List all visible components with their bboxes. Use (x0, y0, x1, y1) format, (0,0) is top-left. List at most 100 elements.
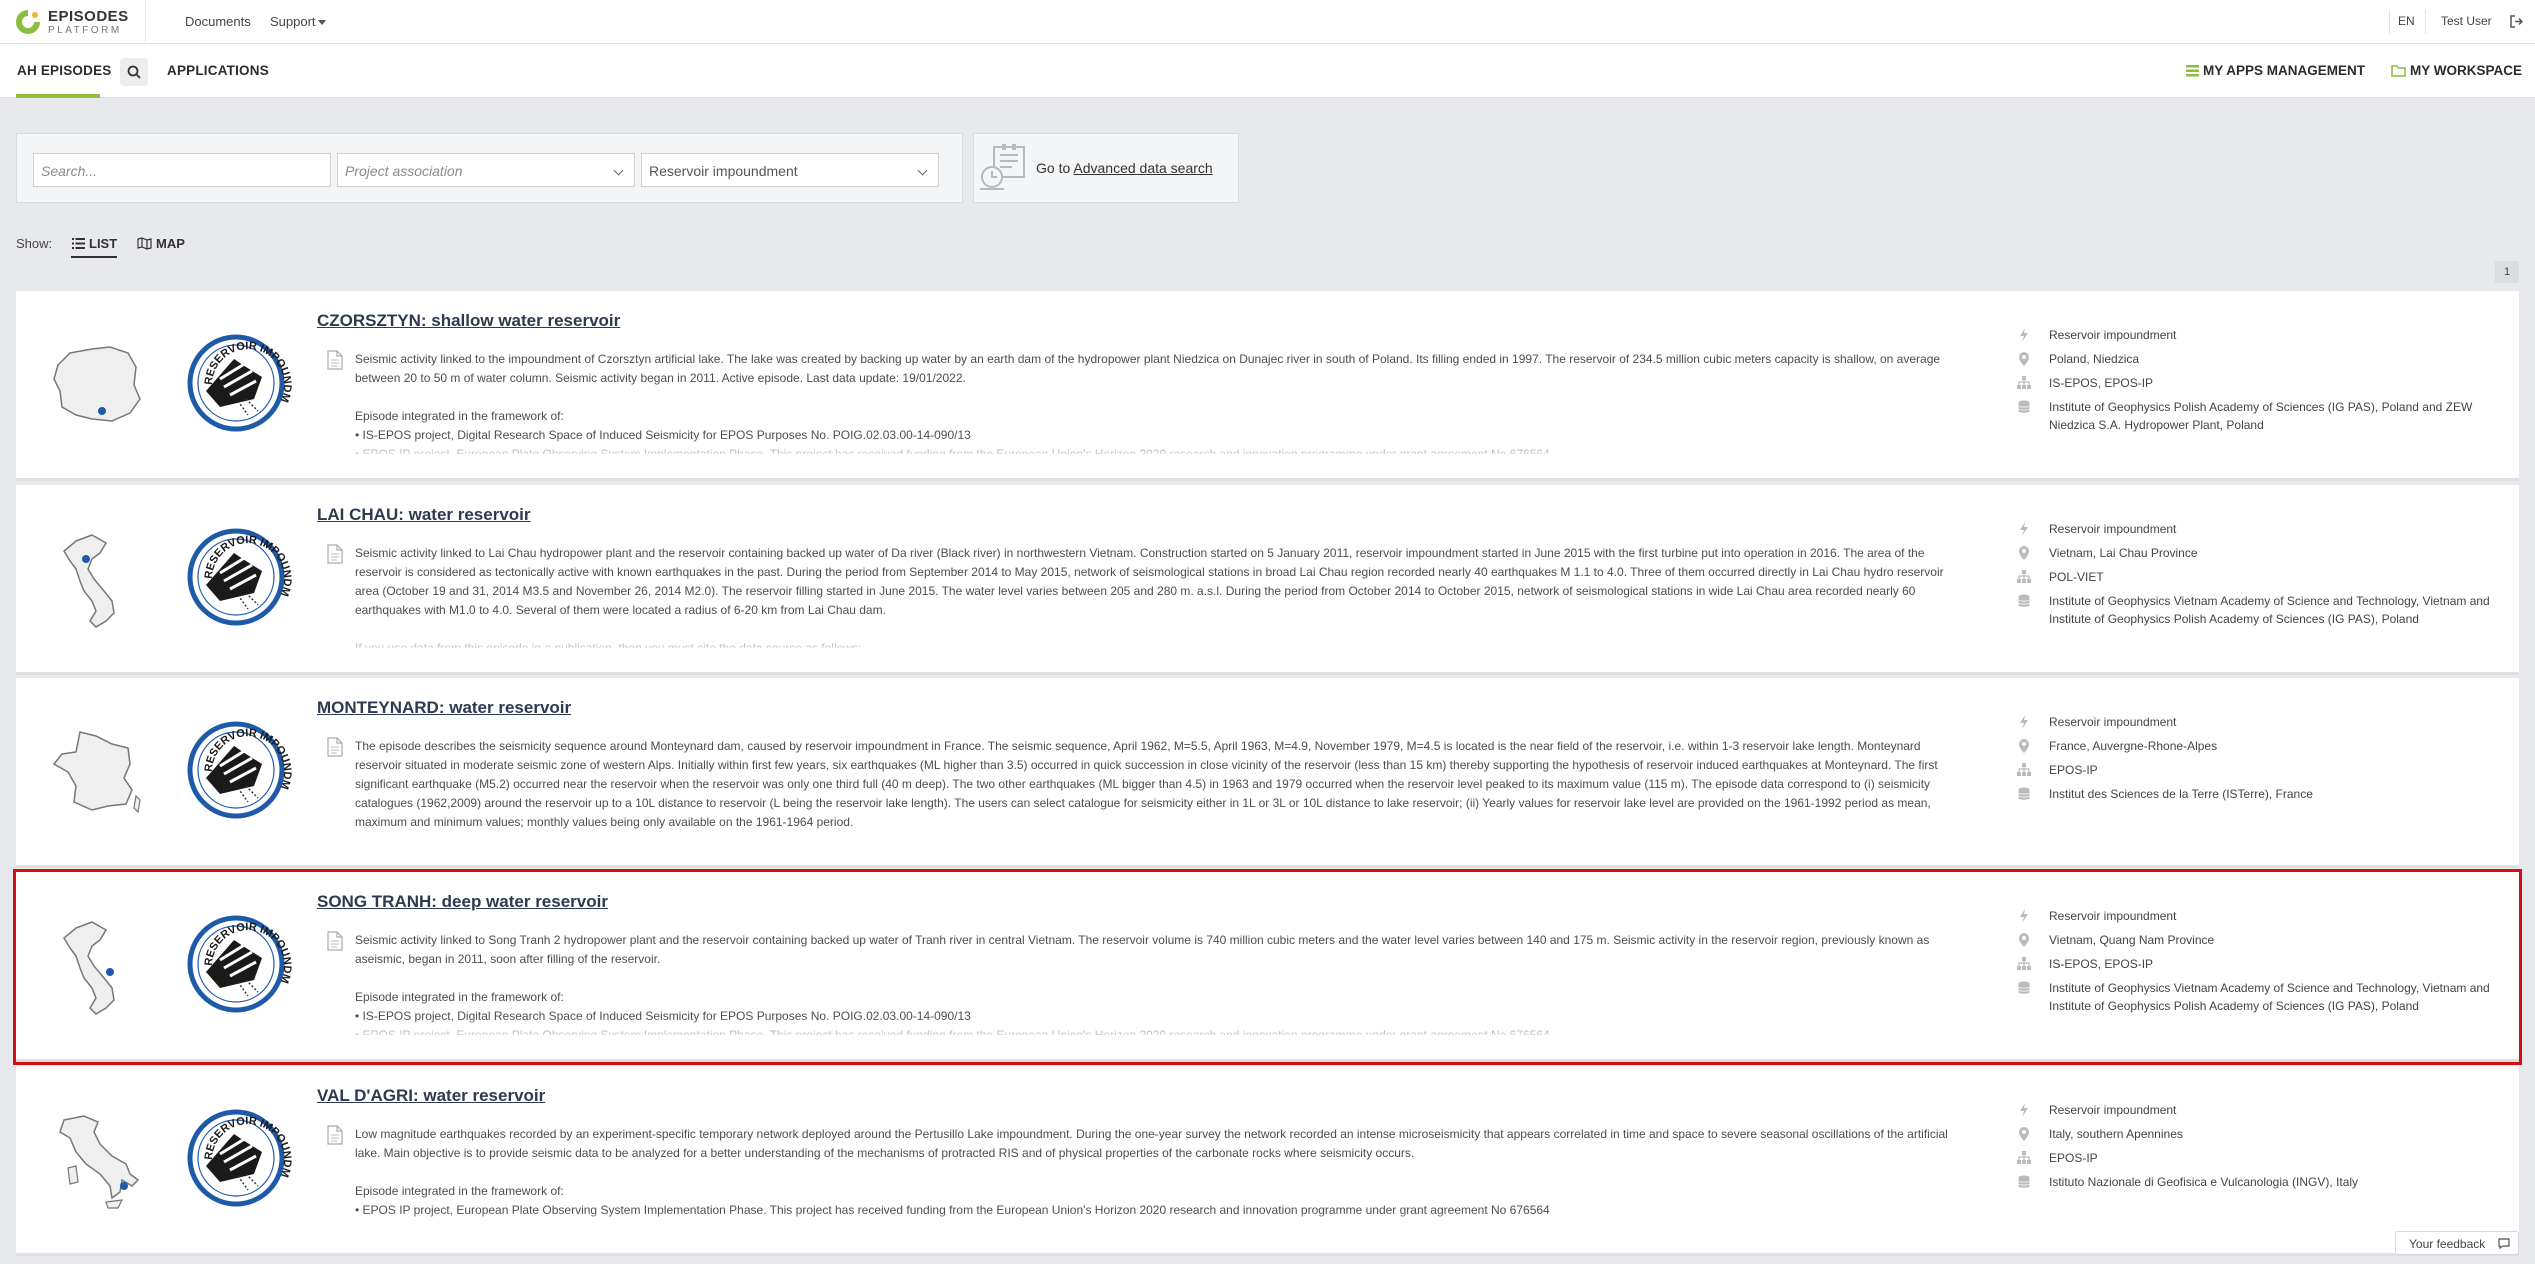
sitemap-icon (2017, 763, 2031, 776)
meta-location-value: France, Auvergne-Rhone-Alpes (2049, 739, 2218, 753)
feedback-label: Your feedback (2409, 1237, 2486, 1251)
user-menu[interactable]: Test User (2441, 14, 2492, 28)
meta-type-value: Reservoir impoundment (2049, 1103, 2177, 1117)
document-icon (327, 350, 343, 370)
bolt-icon (2020, 1103, 2028, 1117)
advanced-search-box[interactable]: Go to Advanced data search (973, 133, 1239, 203)
meta-location-value: Poland, Niedzica (2049, 352, 2140, 366)
show-label: Show: (16, 236, 53, 251)
tab-applications[interactable]: APPLICATIONS (167, 63, 269, 78)
meta-projects-value: IS-EPOS, EPOS-IP (2049, 376, 2154, 390)
meta-location-value: Vietnam, Quang Nam Province (2049, 933, 2215, 947)
top-bar: EPISODES PLATFORM Documents Support EN T… (0, 0, 2535, 44)
meta-institution: Institute of Geophysics Vietnam Academy … (2006, 979, 2506, 1015)
meta-location: Vietnam, Lai Chau Province (2006, 544, 2506, 562)
chat-icon (2498, 1238, 2510, 1249)
database-icon (2018, 594, 2030, 607)
description-fade (346, 437, 1976, 459)
document-icon (327, 1125, 343, 1145)
sitemap-icon (2017, 957, 2031, 970)
list-label: LIST (89, 236, 118, 251)
meta-type: Reservoir impoundment (2006, 520, 2506, 538)
reservoir-impoundment-badge-icon: RESERVOIR IMPOUNDMENT (186, 321, 293, 432)
my-apps-management-link[interactable]: MY APPS MANAGEMENT (2186, 63, 2365, 78)
meta-institution-value: Institute of Geophysics Vietnam Academy … (2049, 594, 2490, 626)
document-icon (327, 737, 343, 757)
episode-title-link[interactable]: MONTEYNARD: water reservoir (317, 698, 571, 718)
sitemap-icon (2017, 1151, 2031, 1164)
episode-title-link[interactable]: SONG TRANH: deep water reservoir (317, 892, 608, 912)
episode-metadata: Reservoir impoundment Vietnam, Lai Chau … (2006, 520, 2506, 634)
list-view-toggle[interactable]: LIST (72, 236, 117, 251)
episode-card[interactable]: RESERVOIR IMPOUNDMENT MONTEYNARD: water r… (16, 678, 2519, 868)
location-pin-icon (2019, 352, 2029, 366)
divider (2425, 10, 2426, 34)
description-fade (346, 1018, 1976, 1040)
divider (145, 0, 146, 44)
episode-metadata: Reservoir impoundment Vietnam, Quang Nam… (2006, 907, 2506, 1021)
active-view-indicator (71, 256, 117, 258)
episode-description: The episode describes the seismicity seq… (355, 737, 1970, 845)
sitemap-icon (2017, 570, 2031, 583)
goto-label: Go to (1036, 160, 1071, 176)
search-icon (127, 65, 141, 79)
meta-location: Italy, southern Apennines (2006, 1125, 2506, 1143)
documents-link[interactable]: Documents (185, 14, 251, 29)
episode-card[interactable]: RESERVOIR IMPOUNDMENT VAL D'AGRI: water r… (16, 1066, 2519, 1256)
episode-title-link[interactable]: VAL D'AGRI: water reservoir (317, 1086, 545, 1106)
nav-search-button[interactable] (120, 58, 148, 86)
map-view-toggle[interactable]: MAP (137, 236, 185, 251)
project-association-select[interactable]: Project association (337, 153, 635, 187)
database-icon (2018, 1175, 2030, 1188)
description-fade (346, 1212, 1976, 1234)
search-placeholder: Search... (41, 163, 98, 179)
bolt-icon (2020, 522, 2028, 536)
episode-title-link[interactable]: LAI CHAU: water reservoir (317, 505, 531, 525)
episode-card[interactable]: RESERVOIR IMPOUNDMENT CZORSZTYN: shallow … (16, 291, 2519, 481)
platform-logo[interactable]: EPISODES PLATFORM (14, 6, 144, 38)
database-icon (2018, 981, 2030, 994)
tab-ah-episodes[interactable]: AH EPISODES (17, 63, 111, 78)
episode-metadata: Reservoir impoundment Italy, southern Ap… (2006, 1101, 2506, 1197)
my-workspace-link[interactable]: MY WORKSPACE (2391, 63, 2522, 78)
filter-bar: Search... Project association Reservoir … (16, 133, 963, 203)
impounding-type-select[interactable]: Reservoir impoundment (641, 153, 939, 187)
reservoir-impoundment-badge-icon: RESERVOIR IMPOUNDMENT (186, 902, 293, 1013)
advanced-search-text: Go to Advanced data search (1036, 160, 1213, 176)
meta-projects: IS-EPOS, EPOS-IP (2006, 374, 2506, 392)
database-icon (2018, 400, 2030, 413)
description-paragraph: Low magnitude earthquakes recorded by an… (355, 1127, 1948, 1160)
language-selector[interactable]: EN (2398, 14, 2415, 28)
reservoir-impoundment-badge-icon: RESERVOIR IMPOUNDMENT (186, 708, 293, 819)
meta-type: Reservoir impoundment (2006, 907, 2506, 925)
description-fade (346, 631, 1976, 653)
search-input[interactable]: Search... (33, 153, 331, 187)
meta-type-value: Reservoir impoundment (2049, 715, 2177, 729)
meta-institution-value: Istituto Nazionale di Geofisica e Vulcan… (2049, 1175, 2359, 1189)
poland-map-icon (53, 346, 141, 422)
divider (2389, 10, 2390, 34)
meta-location: France, Auvergne-Rhone-Alpes (2006, 737, 2506, 755)
meta-type-value: Reservoir impoundment (2049, 522, 2177, 536)
episode-card[interactable]: RESERVOIR IMPOUNDMENT LAI CHAU: water res… (16, 485, 2519, 675)
my-apps-label: MY APPS MANAGEMENT (2203, 63, 2366, 78)
episode-card[interactable]: RESERVOIR IMPOUNDMENT SONG TRANH: deep wa… (13, 869, 2522, 1065)
project-placeholder: Project association (345, 163, 463, 179)
meta-location-value: Vietnam, Lai Chau Province (2049, 546, 2198, 560)
advanced-search-icon (980, 144, 1025, 190)
meta-projects-value: POL-VIET (2049, 570, 2104, 584)
logout-icon[interactable] (2510, 15, 2523, 28)
bolt-icon (2020, 909, 2028, 923)
page-number-button[interactable]: 1 (2495, 261, 2519, 283)
advanced-data-search-link[interactable]: Advanced data search (1073, 160, 1212, 176)
episode-title-link[interactable]: CZORSZTYN: shallow water reservoir (317, 311, 620, 331)
meta-institution: Institute of Geophysics Polish Academy o… (2006, 398, 2506, 434)
feedback-button[interactable]: Your feedback (2395, 1231, 2519, 1255)
meta-projects-value: EPOS-IP (2049, 763, 2098, 777)
vietnam-map-icon (63, 534, 115, 628)
chevron-down-icon (917, 165, 928, 176)
description-paragraph: Seismic activity linked to the impoundme… (355, 352, 1941, 385)
italy-map-icon (59, 1115, 140, 1209)
support-menu[interactable]: Support (270, 14, 326, 29)
description-paragraph: Seismic activity linked to Lai Chau hydr… (355, 546, 1944, 617)
